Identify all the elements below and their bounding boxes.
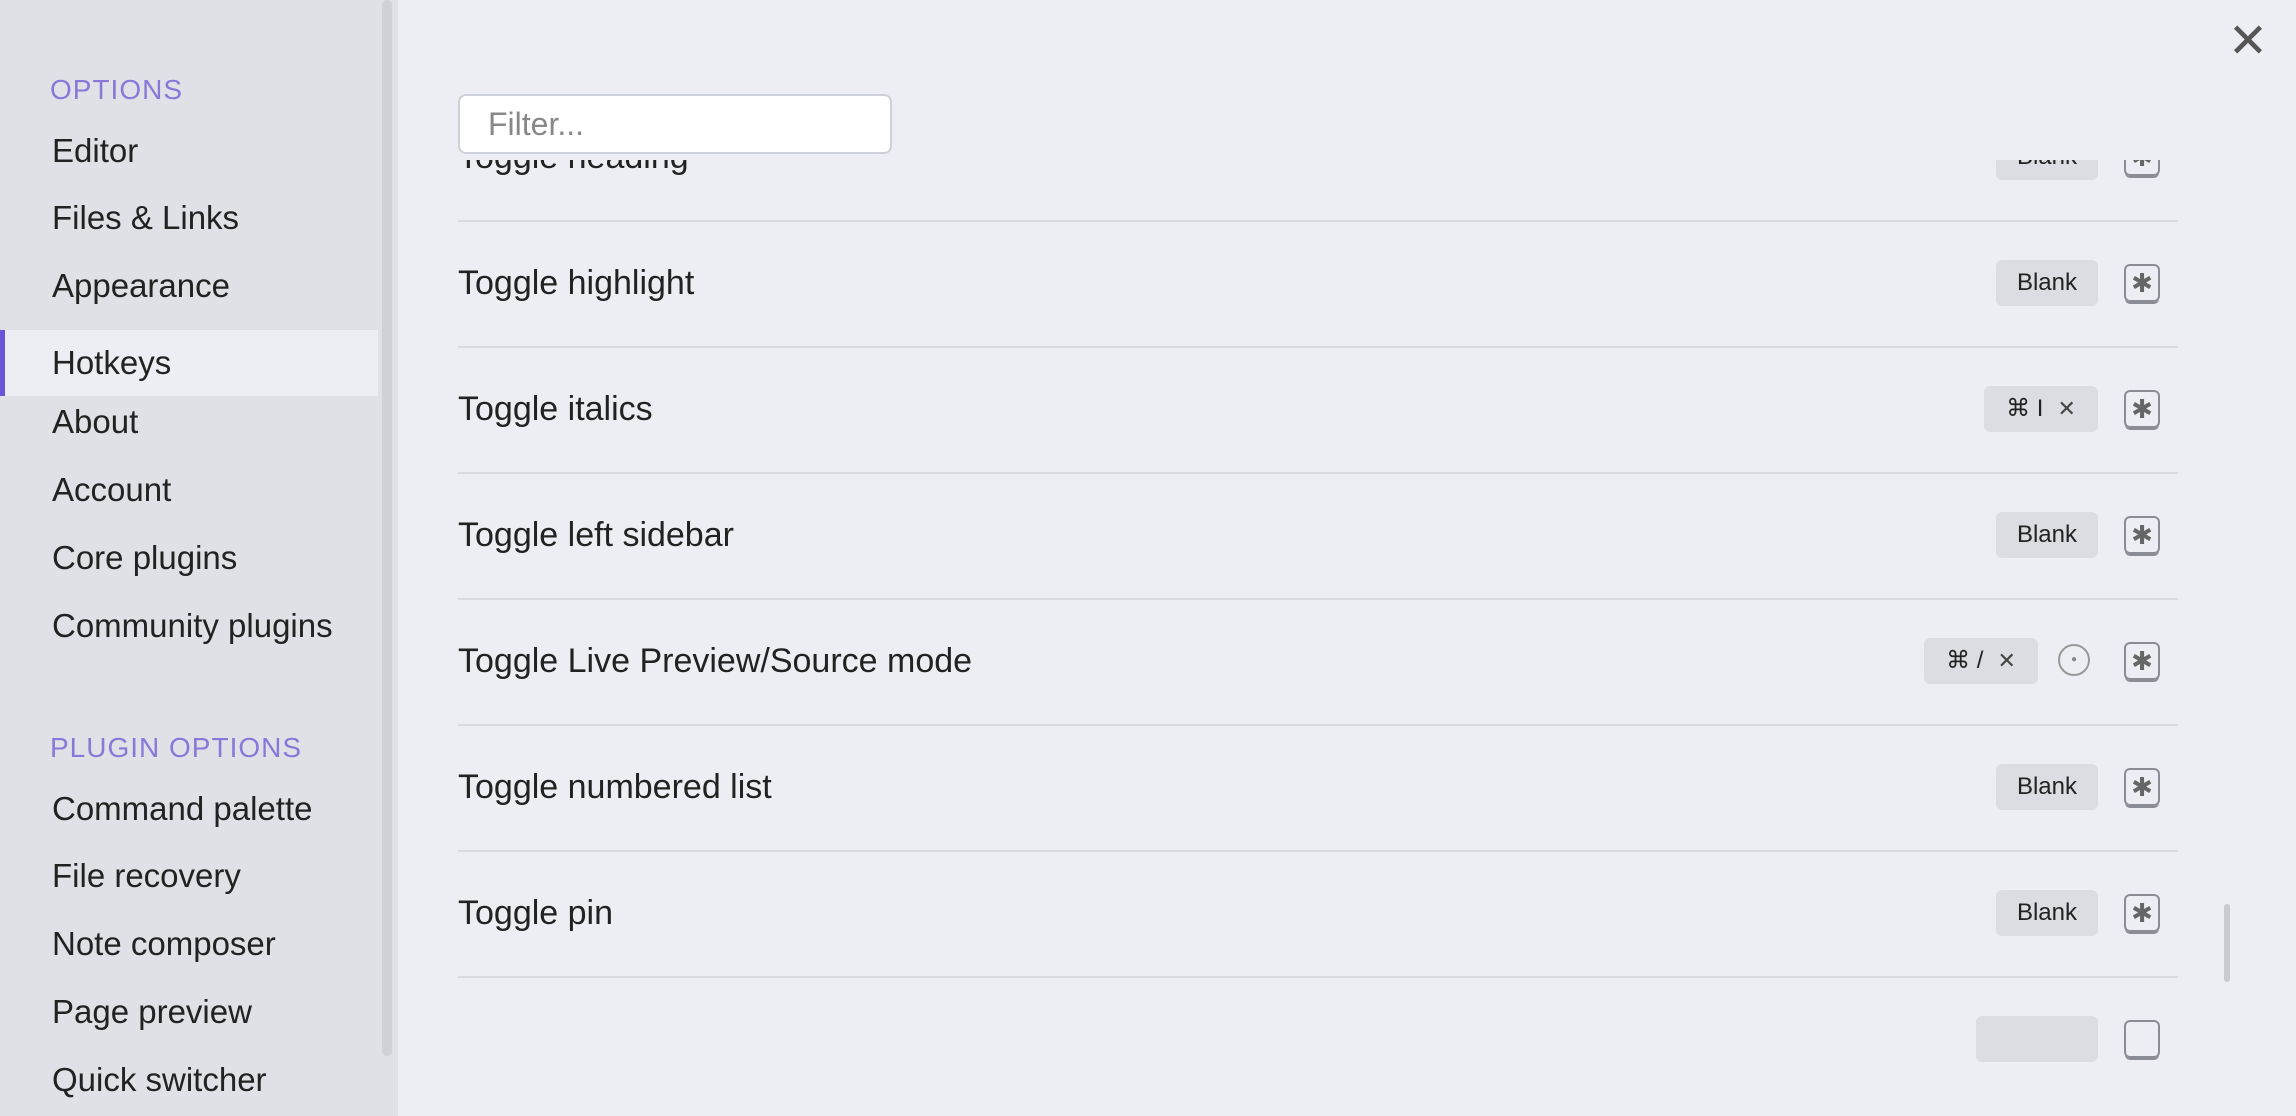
hotkey-blank-badge: Blank bbox=[1996, 512, 2098, 558]
hotkey-row-partial bbox=[458, 976, 2178, 1070]
hotkey-list: Toggle heading Blank ✱ Toggle highlight … bbox=[458, 160, 2178, 1070]
hotkey-label: Toggle highlight bbox=[458, 264, 695, 302]
hotkey-label: Toggle pin bbox=[458, 894, 614, 932]
remove-hotkey-icon[interactable]: ✕ bbox=[2057, 396, 2075, 421]
nav-files-links[interactable]: Files & Links bbox=[0, 185, 378, 251]
hotkey-blank-badge: Blank bbox=[1996, 260, 2098, 306]
add-hotkey-icon[interactable]: ✱ bbox=[2124, 264, 2160, 302]
nav-about[interactable]: About bbox=[0, 389, 378, 455]
hotkey-row: Toggle left sidebar Blank ✱ bbox=[458, 472, 2178, 600]
add-hotkey-icon[interactable]: ✱ bbox=[2124, 768, 2160, 806]
hotkey-label: Toggle numbered list bbox=[458, 768, 772, 806]
nav-editor[interactable]: Editor bbox=[0, 118, 378, 184]
filter-input[interactable] bbox=[458, 94, 892, 154]
hotkey-blank-badge: Blank bbox=[1996, 764, 2098, 810]
nav-command-palette[interactable]: Command palette bbox=[0, 776, 378, 842]
add-hotkey-icon[interactable] bbox=[2124, 1020, 2160, 1058]
hotkey-row: Toggle numbered list Blank ✱ bbox=[458, 724, 2178, 852]
hotkey-label: Toggle Live Preview/Source mode bbox=[458, 642, 973, 680]
nav-quick-switcher[interactable]: Quick switcher bbox=[0, 1047, 378, 1113]
nav-page-preview[interactable]: Page preview bbox=[0, 979, 378, 1045]
add-hotkey-icon[interactable]: ✱ bbox=[2124, 642, 2160, 680]
hotkey-blank-badge: Blank bbox=[1996, 160, 2098, 180]
nav-account[interactable]: Account bbox=[0, 457, 378, 523]
hotkey-blank-badge: Blank bbox=[1996, 890, 2098, 936]
hotkey-binding-text: ⌘ I bbox=[2006, 395, 2044, 422]
hotkey-row: Toggle italics ⌘ I ✕ ✱ bbox=[458, 346, 2178, 474]
sidebar-scrollbar[interactable] bbox=[382, 0, 392, 1056]
hotkey-row: Toggle pin Blank ✱ bbox=[458, 850, 2178, 978]
hotkey-label: Toggle heading bbox=[458, 160, 689, 220]
close-icon[interactable]: ✕ bbox=[2220, 14, 2276, 70]
hotkey-row: Toggle highlight Blank ✱ bbox=[458, 220, 2178, 348]
hotkey-binding bbox=[1976, 1016, 2098, 1062]
list-scrollbar[interactable] bbox=[2224, 904, 2230, 982]
nav-hotkeys[interactable]: Hotkeys bbox=[0, 330, 378, 396]
remove-hotkey-icon[interactable]: ✕ bbox=[1997, 648, 2015, 673]
restore-default-icon[interactable]: ● bbox=[2058, 644, 2090, 676]
nav-file-recovery[interactable]: File recovery bbox=[0, 843, 378, 909]
nav-community-plugins[interactable]: Community plugins bbox=[0, 593, 378, 659]
hotkey-row: Toggle Live Preview/Source mode ⌘ / ✕ ● ✱ bbox=[458, 598, 2178, 726]
hotkey-binding: ⌘ / ✕ bbox=[1924, 638, 2038, 684]
nav-appearance[interactable]: Appearance bbox=[0, 253, 378, 319]
hotkey-binding: ⌘ I ✕ bbox=[1984, 386, 2098, 432]
hotkey-label: Toggle left sidebar bbox=[458, 516, 734, 554]
hotkey-binding-text: ⌘ / bbox=[1946, 647, 1984, 674]
add-hotkey-icon[interactable]: ✱ bbox=[2124, 390, 2160, 428]
nav-core-plugins[interactable]: Core plugins bbox=[0, 525, 378, 591]
options-section-header: OPTIONS bbox=[50, 74, 184, 105]
hotkey-label: Toggle italics bbox=[458, 390, 653, 428]
add-hotkey-icon[interactable]: ✱ bbox=[2124, 160, 2160, 176]
add-hotkey-icon[interactable]: ✱ bbox=[2124, 516, 2160, 554]
add-hotkey-icon[interactable]: ✱ bbox=[2124, 894, 2160, 932]
plugin-options-section-header: PLUGIN OPTIONS bbox=[50, 732, 303, 763]
hotkey-row: Toggle heading Blank ✱ bbox=[458, 160, 2178, 222]
nav-note-composer[interactable]: Note composer bbox=[0, 911, 378, 977]
settings-sidebar: OPTIONS Editor Files & Links Appearance … bbox=[0, 0, 398, 1116]
